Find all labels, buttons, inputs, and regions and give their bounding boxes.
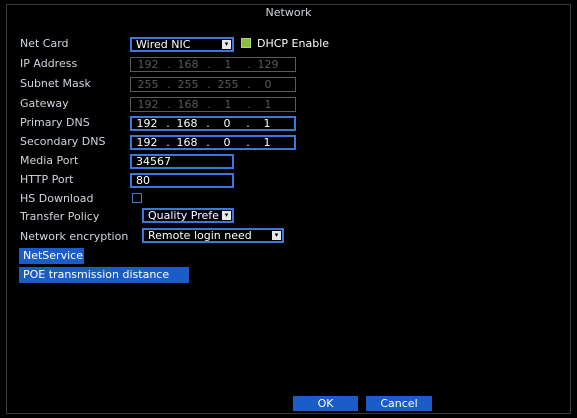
- ip-address-field[interactable]: 192 . 168 . 1 . 129: [130, 57, 296, 72]
- poe-transmission-distance-button[interactable]: POE transmission distance: [19, 267, 189, 283]
- primary-dns-octet-1: 192: [136, 117, 158, 130]
- net-card-value: Wired NIC: [136, 38, 191, 51]
- http-port-label: HTTP Port: [20, 173, 74, 186]
- transfer-policy-label: Transfer Policy: [20, 210, 100, 223]
- network-encryption-value: Remote login need: [148, 229, 252, 242]
- media-port-input[interactable]: 34567: [130, 154, 234, 169]
- network-encryption-select[interactable]: Remote login need ▾: [142, 228, 284, 243]
- window-title: Network: [265, 6, 312, 19]
- secondary-dns-octet-2: 168: [176, 136, 198, 149]
- primary-dns-octet-2: 168: [176, 117, 198, 130]
- secondary-dns-field[interactable]: 192 . 168 . 0 . 1: [130, 135, 296, 150]
- subnet-octet-2: 255: [177, 78, 199, 91]
- net-card-label: Net Card: [20, 37, 69, 50]
- chevron-down-icon: ▾: [272, 231, 281, 240]
- secondary-dns-octet-1: 192: [136, 136, 158, 149]
- transfer-policy-value: Quality Prefe: [148, 209, 219, 222]
- ok-button[interactable]: OK: [293, 396, 358, 411]
- subnet-mask-field[interactable]: 255 . 255 . 255 . 0: [130, 77, 296, 92]
- ip-octet-4: 129: [257, 58, 279, 71]
- hs-download-checkbox[interactable]: [132, 193, 142, 203]
- dhcp-enable-label: DHCP Enable: [257, 37, 330, 50]
- subnet-octet-3: 255: [217, 78, 239, 91]
- dhcp-enable-checkbox[interactable]: [241, 38, 251, 48]
- gateway-octet-4: 1: [264, 98, 272, 111]
- gateway-octet-2: 168: [177, 98, 199, 111]
- secondary-dns-octet-3: 0: [223, 136, 231, 149]
- primary-dns-octet-3: 0: [223, 117, 231, 130]
- transfer-policy-select[interactable]: Quality Prefe ▾: [142, 208, 234, 223]
- ip-octet-2: 168: [177, 58, 199, 71]
- primary-dns-octet-4: 1: [263, 117, 271, 130]
- ip-octet-1: 192: [137, 58, 159, 71]
- gateway-label: Gateway: [20, 97, 69, 110]
- secondary-dns-label: Secondary DNS: [20, 135, 106, 148]
- primary-dns-label: Primary DNS: [20, 116, 90, 129]
- primary-dns-field[interactable]: 192 . 168 . 0 . 1: [130, 116, 296, 131]
- chevron-down-icon: ▾: [222, 40, 231, 49]
- network-encryption-label: Network encryption: [20, 230, 129, 243]
- gateway-octet-3: 1: [224, 98, 232, 111]
- gateway-field[interactable]: 192 . 168 . 1 . 1: [130, 97, 296, 112]
- subnet-octet-1: 255: [137, 78, 159, 91]
- http-port-input[interactable]: 80: [130, 173, 234, 188]
- netservice-button[interactable]: NetService: [19, 248, 84, 264]
- ip-octet-3: 1: [224, 58, 232, 71]
- subnet-octet-4: 0: [264, 78, 272, 91]
- gateway-octet-1: 192: [137, 98, 159, 111]
- net-card-select[interactable]: Wired NIC ▾: [130, 37, 234, 52]
- subnet-mask-label: Subnet Mask: [20, 77, 91, 90]
- media-port-label: Media Port: [20, 154, 79, 167]
- cancel-button[interactable]: Cancel: [366, 396, 432, 411]
- secondary-dns-octet-4: 1: [263, 136, 271, 149]
- chevron-down-icon: ▾: [222, 211, 231, 220]
- network-window: Network Net Card Wired NIC ▾ DHCP Enable…: [0, 0, 577, 418]
- hs-download-label: HS Download: [20, 192, 94, 205]
- ip-address-label: IP Address: [20, 57, 78, 70]
